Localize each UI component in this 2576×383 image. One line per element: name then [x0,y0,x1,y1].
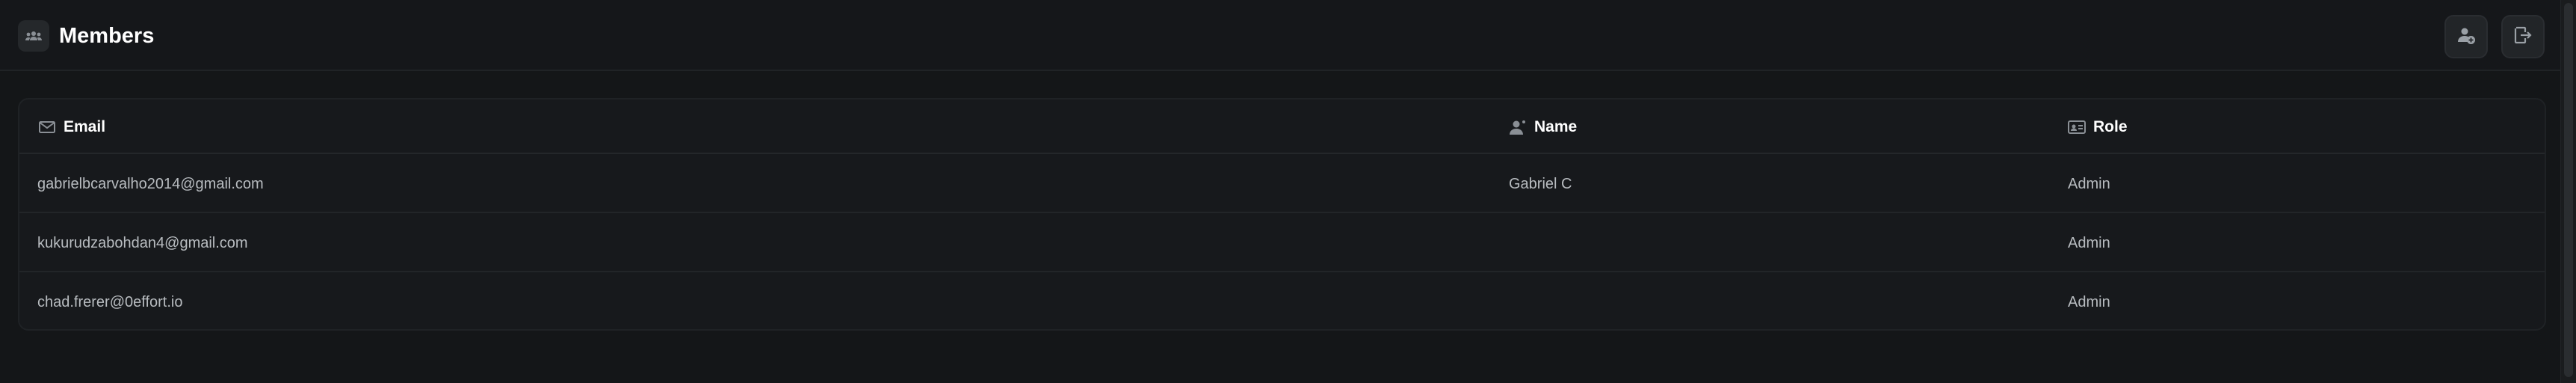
table-row[interactable]: kukurudzabohdan4@gmail.com Admin [19,213,2545,272]
column-header-label: Email [64,118,106,135]
members-page: Members Email Name Role gabrielbcarvalho… [0,0,2576,383]
table-row[interactable]: gabrielbcarvalho2014@gmail.com Gabriel C… [19,154,2545,213]
table-row[interactable]: chad.frerer@0effort.io Admin [19,272,2545,329]
envelope-icon [37,117,57,137]
user-icon [1508,117,1528,137]
vertical-scrollbar[interactable] [2560,0,2576,383]
column-header-email[interactable]: Email [37,117,105,137]
column-header-label: Role [2093,118,2128,135]
member-email: chad.frerer@0effort.io [37,294,183,310]
member-role: Admin [2068,235,2110,251]
id-card-icon [2067,117,2087,137]
member-email: gabrielbcarvalho2014@gmail.com [37,176,264,192]
exit-icon [2512,25,2533,49]
add-member-button[interactable] [2444,15,2488,58]
leave-button[interactable] [2501,15,2545,58]
scrollbar-thumb[interactable] [2564,3,2573,377]
page-header: Members [0,0,2561,71]
page-title: Members [59,24,155,48]
member-name: Gabriel C [1509,176,1572,192]
user-plus-icon [2456,25,2477,49]
column-header-label: Name [1534,118,1578,135]
member-role: Admin [2068,176,2110,192]
users-group-icon [18,20,49,52]
member-role: Admin [2068,294,2110,310]
column-header-role[interactable]: Role [2067,117,2128,137]
members-table: Email Name Role gabrielbcarvalho2014@gma… [18,98,2546,331]
member-email: kukurudzabohdan4@gmail.com [37,235,248,251]
column-header-name[interactable]: Name [1508,117,1577,137]
table-header: Email Name Role [19,99,2545,154]
